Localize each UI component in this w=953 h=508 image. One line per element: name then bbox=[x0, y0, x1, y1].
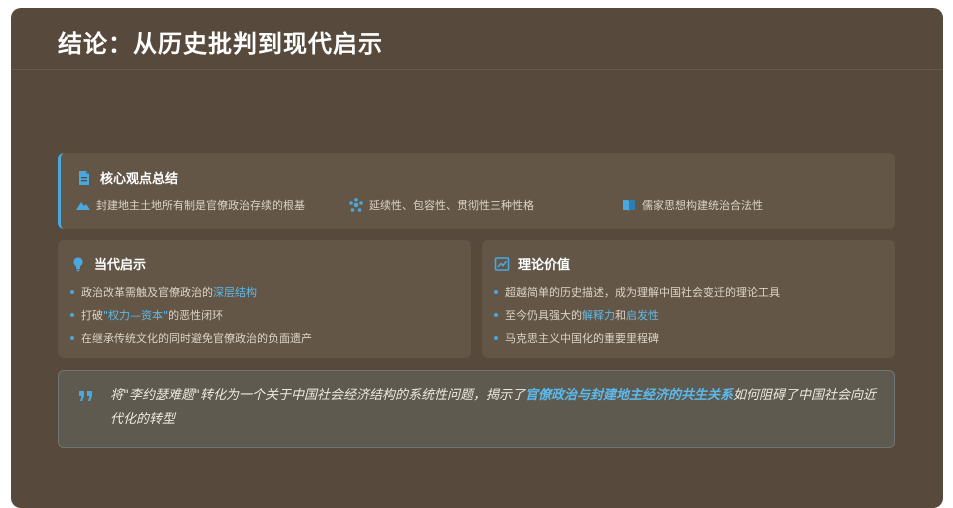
slide: 结论：从历史批判到现代启示 核心观点总结 封建地主土地所有制是官僚政治存续的根基… bbox=[11, 8, 943, 508]
item-text: 在继承传统文化的同时避免官僚政治的负面遗产 bbox=[81, 332, 312, 345]
slide-header: 结论：从历史批判到现代启示 bbox=[11, 8, 943, 70]
list-item: 在继承传统文化的同时避免官僚政治的负面遗产 bbox=[70, 331, 312, 354]
core-summary-card: 核心观点总结 封建地主土地所有制是官僚政治存续的根基 延续性、包容性、贯彻性三种… bbox=[58, 153, 895, 229]
list-item: 至今仍具强大的解释力和启发性 bbox=[494, 308, 780, 331]
core-item: 儒家思想构建统治合法性 bbox=[622, 197, 763, 213]
quote-text-part: 将"李约瑟难题"转化为一个关于中国社会经济结构的系统性问题，揭示了 bbox=[110, 388, 525, 403]
nodes-icon bbox=[349, 198, 363, 212]
item-text: 马克思主义中国化的重要里程碑 bbox=[505, 332, 659, 345]
lightbulb-icon bbox=[70, 256, 86, 272]
quote-text: 将"李约瑟难题"转化为一个关于中国社会经济结构的系统性问题，揭示了官僚政治与封建… bbox=[110, 384, 880, 432]
core-item-text: 封建地主土地所有制是官僚政治存续的根基 bbox=[96, 199, 305, 212]
item-text: 政治改革需触及官僚政治的 bbox=[81, 286, 213, 299]
chart-icon bbox=[494, 256, 510, 272]
item-highlight: 深层结构 bbox=[213, 286, 257, 299]
page-title: 结论：从历史批判到现代启示 bbox=[58, 29, 383, 58]
core-item: 延续性、包容性、贯彻性三种性格 bbox=[349, 197, 534, 213]
item-text: 超越简单的历史描述，成为理解中国社会变迁的理论工具 bbox=[505, 286, 780, 299]
core-summary-title: 核心观点总结 bbox=[100, 172, 179, 187]
contemporary-list: 政治改革需触及官僚政治的深层结构 打破"权力—资本"的恶性闭环 在继承传统文化的… bbox=[70, 285, 312, 354]
item-highlight: 解释力 bbox=[582, 309, 615, 322]
theory-card: 理论价值 超越简单的历史描述，成为理解中国社会变迁的理论工具 至今仍具强大的解释… bbox=[482, 240, 895, 358]
core-item-text: 儒家思想构建统治合法性 bbox=[642, 199, 763, 212]
document-icon bbox=[76, 170, 92, 186]
list-item: 马克思主义中国化的重要里程碑 bbox=[494, 331, 780, 354]
item-text: 和 bbox=[615, 309, 626, 322]
theory-title: 理论价值 bbox=[518, 258, 571, 273]
mountain-icon bbox=[76, 198, 90, 212]
list-item: 打破"权力—资本"的恶性闭环 bbox=[70, 308, 312, 331]
item-text: 的恶性闭环 bbox=[168, 309, 224, 322]
theory-list: 超越简单的历史描述，成为理解中国社会变迁的理论工具 至今仍具强大的解释力和启发性… bbox=[494, 285, 780, 354]
book-icon bbox=[622, 198, 636, 212]
contemporary-card: 当代启示 政治改革需触及官僚政治的深层结构 打破"权力—资本"的恶性闭环 在继承… bbox=[58, 240, 471, 358]
core-item-text: 延续性、包容性、贯彻性三种性格 bbox=[369, 199, 534, 212]
item-highlight: "权力—资本" bbox=[103, 309, 169, 322]
theory-header: 理论价值 bbox=[494, 254, 570, 273]
item-highlight: 启发性 bbox=[626, 309, 659, 322]
core-item: 封建地主土地所有制是官僚政治存续的根基 bbox=[76, 197, 305, 213]
conclusion-quote: 将"李约瑟难题"转化为一个关于中国社会经济结构的系统性问题，揭示了官僚政治与封建… bbox=[58, 370, 895, 448]
core-summary-header: 核心观点总结 bbox=[76, 168, 178, 187]
list-item: 政治改革需触及官僚政治的深层结构 bbox=[70, 285, 312, 308]
list-item: 超越简单的历史描述，成为理解中国社会变迁的理论工具 bbox=[494, 285, 780, 308]
item-text: 打破 bbox=[81, 309, 103, 322]
contemporary-header: 当代启示 bbox=[70, 254, 146, 273]
contemporary-title: 当代启示 bbox=[94, 258, 147, 273]
item-text: 至今仍具强大的 bbox=[505, 309, 582, 322]
quote-highlight: 官僚政治与封建地主经济的共生关系 bbox=[524, 388, 733, 403]
quote-icon bbox=[78, 388, 94, 407]
